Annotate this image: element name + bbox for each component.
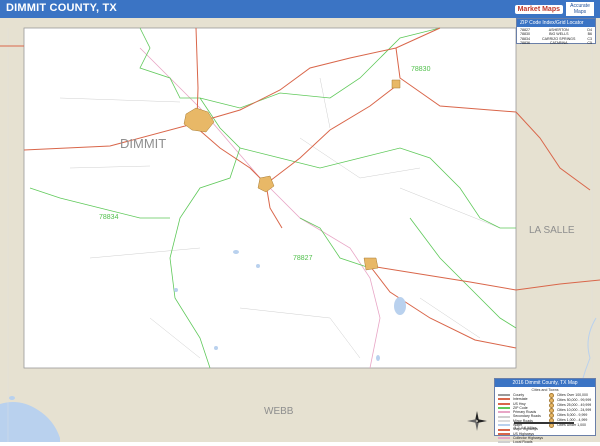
legend-column-1: County Interstate US Hwy ZIP Code Primary Ro… <box>498 393 543 445</box>
publisher-logo: Market Maps Accurate Maps <box>514 1 594 17</box>
title-bar: DIMMIT COUNTY, TX Market Maps Accurate M… <box>0 0 600 18</box>
neighbor-label-east: LA SALLE <box>529 225 575 236</box>
legend-header: 2016 Dimmit County, TX Map <box>495 379 595 387</box>
legend-swatch <box>498 398 510 401</box>
legend-column-2: Cities Over 100,000 Cities 50,000 - 99,99… <box>548 393 592 445</box>
zip-index-panel: ZIP Code Index/Grid Locator 78827 ASHERTO… <box>516 18 596 46</box>
zip-index-header: ZIP Code Index/Grid Locator <box>517 19 595 27</box>
city-catarina <box>363 257 379 271</box>
neighbor-label-south: WEBB <box>264 406 294 417</box>
legend-swatch <box>498 402 510 405</box>
zip-index-grid: C5 <box>587 40 592 45</box>
zip-index-table: 78827 ASHERTON D4 78830 BIG WELLS B6 78834 CARR… <box>517 27 595 46</box>
county-area <box>23 27 517 369</box>
legend-label: Cities 50,000 - 99,999 <box>556 398 592 403</box>
lake <box>394 297 406 315</box>
zip-label-78827: 78827 <box>293 255 313 262</box>
legend-label: Local Roads <box>513 440 533 445</box>
scale-bar: 0 2 4 6 Miles <box>494 422 594 436</box>
county-label: DIMMIT <box>120 136 166 151</box>
legend-swatch <box>498 437 510 440</box>
legend-swatch <box>498 415 510 418</box>
page-title: DIMMIT COUNTY, TX <box>6 2 117 14</box>
map-canvas[interactable]: DIMMIT LA SALLE WEBB 78830 78834 78827 Z… <box>0 18 600 444</box>
legend-label: Cities 5,000 - 9,999 <box>556 413 588 418</box>
city-big-wells <box>391 79 401 89</box>
legend-swatch <box>498 411 510 414</box>
zip-label-78834: 78834 <box>99 214 119 221</box>
zip-index-zip: 78836 <box>520 40 530 45</box>
logo-brand: Market Maps <box>514 4 563 14</box>
north-arrow-icon <box>467 411 487 431</box>
legend-label: Cities 10,000 - 24,999 <box>556 408 592 413</box>
logo-badge: Accurate Maps <box>566 2 594 16</box>
zip-index-row: 78836 CATARINA C5 <box>520 41 592 45</box>
legend-label: Cities Over 100,000 <box>556 393 588 398</box>
zip-label-78830: 78830 <box>411 66 431 73</box>
legend-body: County Interstate US Hwy ZIP Code Primary Ro… <box>495 392 595 446</box>
legend-swatch <box>498 407 510 410</box>
scale-text: 0 2 4 6 Miles <box>514 425 537 430</box>
legend-swatch <box>498 394 510 397</box>
legend-label: Cities 25,000 - 49,999 <box>556 403 592 408</box>
zip-index-city: CATARINA <box>549 40 568 45</box>
legend-item: Local Roads <box>498 440 543 444</box>
